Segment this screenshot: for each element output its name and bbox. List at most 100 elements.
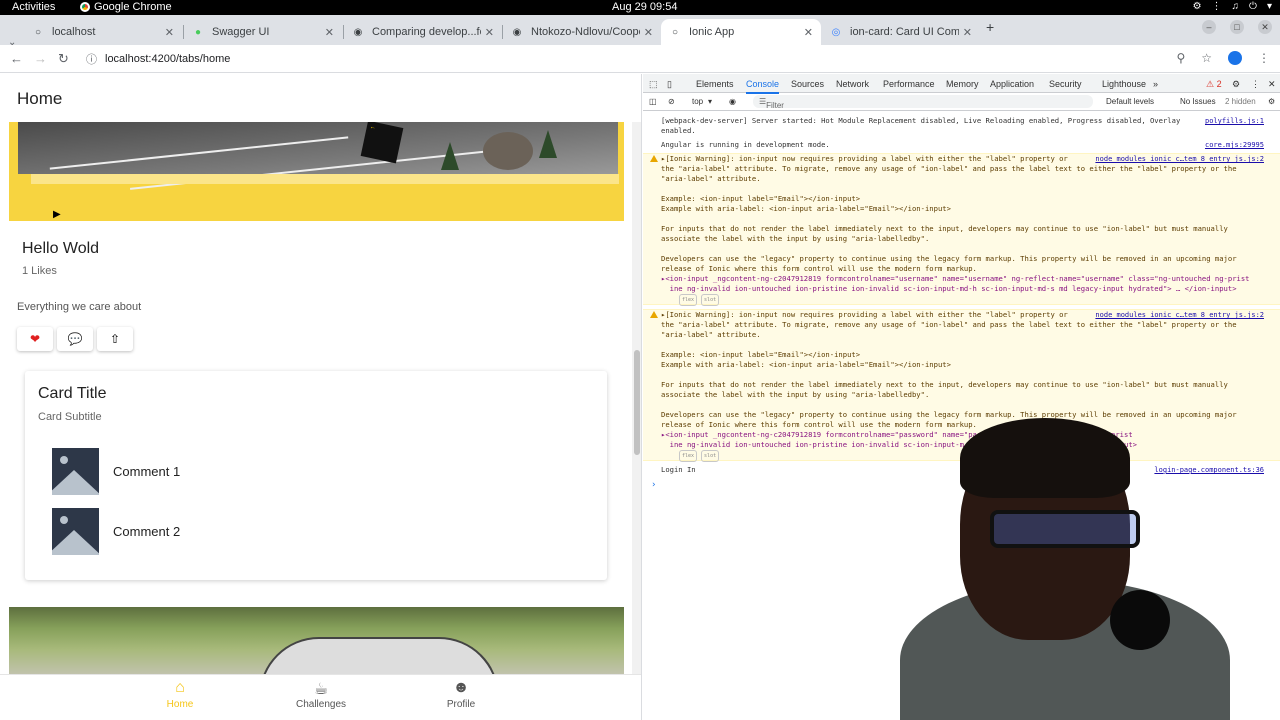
minimize-button[interactable]: – bbox=[1202, 20, 1216, 34]
tab-label: Challenges bbox=[295, 699, 347, 710]
message-text: [webpack-dev-server] Server started: Hot… bbox=[661, 116, 1181, 135]
webcam-overlay bbox=[820, 410, 1280, 720]
activities-button[interactable]: Activities bbox=[12, 1, 55, 13]
source-link[interactable]: core.mjs:29995 bbox=[1205, 140, 1264, 150]
tab-console[interactable]: Console bbox=[746, 79, 780, 94]
log-levels-select[interactable]: Default levels bbox=[1106, 97, 1154, 106]
browser-tab-strip: ⌄ ○ localhost ✕ ● Swagger UI ✕ ◉ Compari… bbox=[0, 15, 1280, 48]
flex-badge[interactable]: flex bbox=[679, 294, 698, 306]
issues-button[interactable]: No Issues bbox=[1180, 97, 1216, 106]
slot-badge[interactable]: slot bbox=[701, 450, 720, 462]
url-text[interactable]: localhost:4200/tabs/home bbox=[105, 53, 230, 65]
browser-tab-ion-card-docs[interactable]: ◎ ion-card: Card UI Compo ✕ bbox=[822, 19, 980, 45]
zoom-icon[interactable]: ⚲ bbox=[1176, 51, 1185, 65]
card-image-parking: ← bbox=[9, 122, 624, 221]
console-message: [webpack-dev-server] Server started: Hot… bbox=[643, 116, 1280, 138]
console-warning[interactable]: ▸[Ionic Warning]: ion-input now requires… bbox=[643, 153, 1280, 306]
close-icon[interactable]: ✕ bbox=[644, 26, 653, 39]
back-button[interactable]: ← bbox=[10, 51, 23, 66]
console-prompt[interactable]: › bbox=[651, 480, 656, 490]
list-item[interactable]: Comment 1 bbox=[52, 448, 180, 495]
message-text: ▸[Ionic Warning]: ion-input now requires… bbox=[661, 154, 1237, 273]
console-filter-input[interactable]: ☰ Filter bbox=[753, 95, 1093, 110]
mouse-cursor-icon: ▶ bbox=[53, 209, 61, 220]
reload-button[interactable]: ↻ bbox=[58, 51, 69, 67]
url-omnibox[interactable]: ⓘ localhost:4200/tabs/home bbox=[78, 48, 1178, 70]
sidebar-toggle-icon[interactable]: ◫ bbox=[649, 97, 657, 106]
tab-elements[interactable]: Elements bbox=[696, 79, 734, 89]
browser-tab-localhost[interactable]: ○ localhost ✕ bbox=[24, 19, 182, 45]
tab-title: Ionic App bbox=[689, 26, 735, 38]
browser-tab-ionic-app[interactable]: ○ Ionic App ✕ bbox=[661, 19, 821, 45]
power-icon: ⏻ bbox=[1249, 1, 1257, 12]
site-info-icon[interactable]: ⓘ bbox=[86, 51, 97, 67]
app-menu[interactable]: Google Chrome bbox=[80, 1, 172, 13]
forward-button[interactable]: → bbox=[34, 51, 47, 66]
close-icon[interactable]: ✕ bbox=[804, 26, 813, 39]
eye-icon[interactable]: ◉ bbox=[729, 97, 736, 106]
tab-title: Swagger UI bbox=[212, 26, 270, 38]
card-content-text: Everything we care about bbox=[17, 301, 142, 313]
context-select[interactable]: top bbox=[692, 97, 703, 106]
source-link[interactable]: polyfills.js:1 bbox=[1205, 116, 1264, 126]
card-subtitle: 1 Likes bbox=[22, 265, 57, 277]
devtools-menu-icon[interactable]: ⋮ bbox=[1251, 79, 1260, 90]
hidden-count: 2 hidden bbox=[1225, 97, 1256, 106]
maximize-button[interactable]: □ bbox=[1230, 20, 1244, 34]
warning-icon bbox=[650, 311, 658, 318]
new-tab-button[interactable]: + bbox=[986, 19, 994, 35]
shrub bbox=[441, 142, 459, 170]
scrollbar-thumb[interactable] bbox=[634, 350, 640, 455]
browser-tab-swagger[interactable]: ● Swagger UI ✕ bbox=[184, 19, 342, 45]
page-title: Home bbox=[17, 89, 63, 108]
clock[interactable]: Aug 29 09:54 bbox=[612, 1, 677, 13]
comment-button[interactable]: 💬 bbox=[57, 327, 93, 351]
element-reference[interactable]: ▸<ion-input _ngcontent-ng-c2047912819 fo… bbox=[661, 274, 1268, 294]
share-button[interactable]: ⇧ bbox=[97, 327, 133, 351]
flex-badge[interactable]: flex bbox=[679, 450, 698, 462]
tab-sources[interactable]: Sources bbox=[791, 79, 824, 89]
like-button[interactable]: ❤ bbox=[17, 327, 53, 351]
card-title: Card Title bbox=[38, 385, 107, 402]
app-content[interactable]: ← ▶ Hello Wold 1 Likes Everything we car… bbox=[0, 122, 632, 674]
browser-tab-github-compare[interactable]: ◉ Comparing develop...fe ✕ bbox=[344, 19, 502, 45]
device-toggle-icon[interactable]: ▯ bbox=[667, 79, 672, 90]
tab-network[interactable]: Network bbox=[836, 79, 869, 89]
bookmark-star-icon[interactable]: ☆ bbox=[1201, 51, 1212, 65]
filter-placeholder: Filter bbox=[766, 101, 784, 110]
system-tray[interactable]: ⚙ ⋮ ♫ ⏻ ▾ bbox=[1193, 1, 1272, 12]
source-link[interactable]: node_modules_ionic_c…tem_8_entry_js.js:2 bbox=[1095, 154, 1264, 164]
close-window-button[interactable]: ✕ bbox=[1258, 20, 1272, 34]
scrollbar[interactable] bbox=[632, 122, 641, 674]
tab-home[interactable]: ⌂ Home bbox=[130, 679, 230, 710]
close-icon[interactable]: ✕ bbox=[325, 26, 334, 39]
image-edge bbox=[31, 174, 619, 184]
chrome-menu-icon[interactable]: ⋮ bbox=[1258, 51, 1270, 65]
tab-lighthouse[interactable]: Lighthouse bbox=[1102, 79, 1146, 89]
tab-performance[interactable]: Performance bbox=[883, 79, 935, 89]
tab-title: ion-card: Card UI Compo bbox=[850, 26, 959, 38]
tab-memory[interactable]: Memory bbox=[946, 79, 979, 89]
inspect-icon[interactable]: ⬚ bbox=[649, 79, 658, 90]
more-tabs-icon[interactable]: » bbox=[1153, 79, 1158, 89]
tab-application[interactable]: Application bbox=[990, 79, 1034, 89]
tab-profile[interactable]: ☻ Profile bbox=[411, 679, 511, 710]
slot-badge[interactable]: slot bbox=[701, 294, 720, 306]
close-icon[interactable]: ✕ bbox=[1268, 79, 1276, 90]
profile-avatar[interactable] bbox=[1228, 51, 1242, 65]
close-icon[interactable]: ✕ bbox=[963, 26, 972, 39]
close-icon[interactable]: ✕ bbox=[485, 26, 494, 39]
settings-gear-icon[interactable]: ⚙ bbox=[1232, 79, 1240, 90]
tab-security[interactable]: Security bbox=[1049, 79, 1082, 89]
tab-challenges[interactable]: ☕ Challenges bbox=[271, 679, 371, 710]
warning-count[interactable]: ⚠ 2 bbox=[1206, 79, 1222, 90]
clear-console-icon[interactable]: ⊘ bbox=[668, 97, 675, 106]
list-item[interactable]: Comment 2 bbox=[52, 508, 180, 555]
close-icon[interactable]: ✕ bbox=[165, 26, 174, 39]
browser-tab-github-repo[interactable]: ◉ Ntokozo-Ndlovu/Cooper ✕ bbox=[503, 19, 661, 45]
console-settings-icon[interactable]: ⚙ bbox=[1268, 97, 1275, 106]
chevron-down-icon: ▾ bbox=[1266, 1, 1272, 12]
source-link[interactable]: node_modules_ionic_c…tem_8_entry_js.js:2 bbox=[1095, 310, 1264, 320]
warning-icon bbox=[650, 155, 658, 162]
address-bar-row: ← → ↻ ⓘ localhost:4200/tabs/home ⚲ ☆ ⋮ bbox=[0, 45, 1280, 73]
